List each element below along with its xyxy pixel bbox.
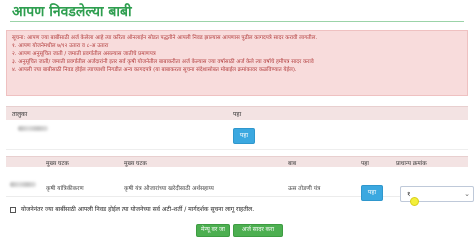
notice-line: १. आपण योजनेमधील ७/१२ उतारा व ८-अ उतारा <box>12 43 109 49</box>
back-to-menu-button[interactable]: मेन्यू वर जा <box>196 224 230 237</box>
notice-line: ४. आपली ज्या बाबीसाठी निवड होईल त्याच्या… <box>12 67 297 73</box>
declaration: योजनेनंतर ज्या बाबींसाठी आपली निवड होईल … <box>10 205 254 213</box>
priority-value: १ <box>407 190 411 198</box>
chevron-down-icon: ⌄ <box>464 190 470 198</box>
table-row: पहा <box>6 120 468 150</box>
page-title: आपण निवडलेल्या बाबी <box>12 4 132 20</box>
header-item: बाब <box>288 161 297 167</box>
header-priority: प्राधान्य क्रमांक <box>396 161 427 167</box>
table-header: मुख्य घटक मुख्य घटक बाब पहा प्राधान्य क्… <box>6 156 468 167</box>
declaration-checkbox[interactable] <box>10 206 16 213</box>
main-component-cell: कृषी यांत्रिकीकरण <box>46 186 84 192</box>
cursor-highlight <box>410 197 419 206</box>
items-table: मुख्य घटक मुख्य घटक बाब पहा प्राधान्य क्… <box>6 156 474 202</box>
header-main-component: मुख्य घटक <box>46 161 69 167</box>
redacted-cell <box>10 182 36 187</box>
notice-line: ३. अनुसूचित जाती/ जमाती प्रवर्गातील अर्ज… <box>12 59 314 65</box>
item-cell: ऊस तोडणी यंत्र <box>288 186 321 192</box>
header-sub-component: मुख्य घटक <box>124 161 147 167</box>
notice-box: सूचना: आपण ज्या बाबींसाठी अर्ज केलेला आह… <box>6 30 468 96</box>
submit-application-button[interactable]: अर्ज सादर करा <box>233 224 283 237</box>
title-divider <box>10 21 464 22</box>
view-button[interactable]: पहा <box>233 128 255 144</box>
notice-line: सूचना: आपण ज्या बाबींसाठी अर्ज केलेला आह… <box>12 35 318 41</box>
declaration-text: योजनेनंतर ज्या बाबींसाठी आपली निवड होईल … <box>20 206 255 213</box>
notice-line: २. आपण अनुसूचित जाती / जमाती प्रवर्गातील… <box>12 51 156 57</box>
view-button[interactable]: पहा <box>361 185 383 201</box>
sub-component-cell: कृषी यंत्र औजारांच्या खरेदीसाठी अर्थसहाय… <box>124 186 214 192</box>
header-view: पहा <box>361 161 369 167</box>
redacted-taluka <box>18 126 48 131</box>
taluka-table: तालुका पहा पहा <box>6 106 468 150</box>
table-header: तालुका पहा <box>6 106 468 120</box>
header-view: पहा <box>233 111 242 118</box>
header-taluka: तालुका <box>12 111 28 118</box>
table-row: कृषी यांत्रिकीकरण कृषी यंत्र औजारांच्या … <box>6 167 474 202</box>
